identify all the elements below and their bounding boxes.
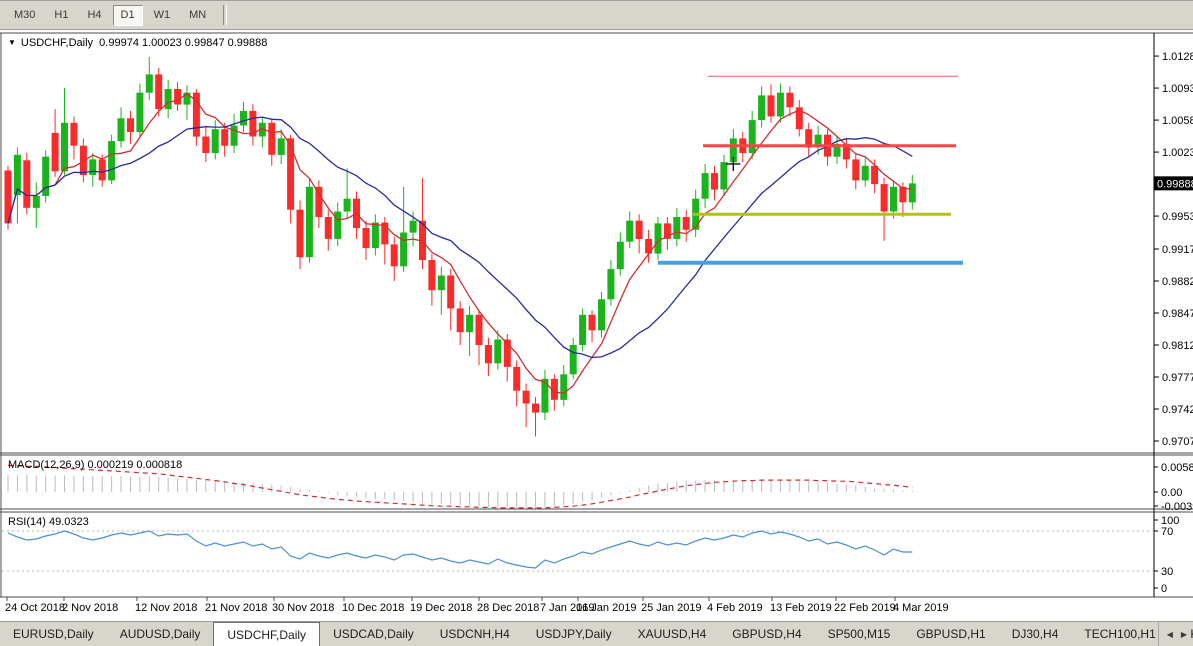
date-label: 2 Nov 2018: [62, 602, 118, 614]
price-tick-label: 1.01280: [1162, 51, 1193, 63]
price-tick-label: 0.99530: [1162, 211, 1193, 223]
timeframe-button-W1[interactable]: W1: [146, 5, 179, 26]
date-label: 19 Dec 2018: [410, 602, 472, 614]
chart-tab-USDJPY-Daily[interactable]: USDJPY,Daily: [523, 622, 625, 646]
chart-header: ▼ USDCHF,Daily 0.99974 1.00023 0.99847 0.…: [8, 37, 267, 49]
price-tick-label: 1.00930: [1162, 83, 1193, 95]
date-label: 25 Jan 2019: [641, 602, 702, 614]
symbol-dropdown-icon[interactable]: ▼: [8, 38, 16, 47]
tab-scroll-right-button[interactable]: ▶: [1181, 630, 1187, 639]
chart-tab-EURUSD-Daily[interactable]: EURUSD,Daily: [0, 622, 107, 646]
date-label: 21 Nov 2018: [205, 602, 267, 614]
macd-histogram-layer: [8, 475, 912, 509]
price-tick-label: 0.99170: [1162, 244, 1193, 256]
price-tick-label: 0.97070: [1162, 436, 1193, 448]
date-label: 10 Dec 2018: [342, 602, 404, 614]
rsi-tick-label: 0: [1161, 583, 1167, 595]
rsi-tick-label: 30: [1161, 566, 1173, 578]
chart-tab-DJ30-H4[interactable]: DJ30,H4: [999, 622, 1072, 646]
chart-tabs-bar: EURUSD,DailyAUDUSD,DailyUSDCHF,DailyUSDC…: [0, 621, 1193, 646]
price-tick-label: 1.00580: [1162, 115, 1193, 127]
macd-tick-label: 0.00: [1161, 487, 1182, 499]
date-label: 12 Nov 2018: [135, 602, 197, 614]
timeframe-button-D1[interactable]: D1: [113, 5, 143, 26]
date-label: 24 Oct 2018: [5, 602, 65, 614]
date-label: 4 Mar 2019: [893, 602, 949, 614]
chart-tab-XAUUSD-H4[interactable]: XAUUSD,H4: [625, 622, 720, 646]
ma-fast-line: [8, 94, 912, 394]
macd-tick-label: -0.00394: [1161, 501, 1193, 513]
price-tick-label: 0.97770: [1162, 372, 1193, 384]
tab-scroll-left-button[interactable]: ◀: [1167, 630, 1173, 639]
timeframe-button-MN[interactable]: MN: [181, 5, 214, 26]
price-tick-label: 0.98470: [1162, 308, 1193, 320]
chart-tab-GBPUSD-H1[interactable]: GBPUSD,H1: [903, 622, 998, 646]
date-label: 22 Feb 2019: [834, 602, 896, 614]
chart-tab-USDCHF-Daily[interactable]: USDCHF,Daily: [213, 622, 320, 646]
symbol-ohlc-values: 0.99974 1.00023 0.99847 0.99888: [99, 37, 267, 49]
timeframe-toolbar: M30H1H4D1W1MN: [0, 0, 1193, 30]
rsi-indicator-label: RSI(14) 49.0323: [8, 516, 89, 528]
timeframe-button-H1[interactable]: H1: [46, 5, 76, 26]
chart-tab-USDCAD-Daily[interactable]: USDCAD,Daily: [320, 622, 427, 646]
chart-tab-GBPUSD-H4[interactable]: GBPUSD,H4: [719, 622, 814, 646]
tab-scroll-arrows: ◀ ▶: [1158, 622, 1191, 646]
chart-tab-SP500-M15[interactable]: SP500,M15: [815, 622, 904, 646]
date-label: 28 Dec 2018: [477, 602, 539, 614]
chart-tab-AUDUSD-Daily[interactable]: AUDUSD,Daily: [107, 622, 214, 646]
date-label: 16 Jan 2019: [576, 602, 637, 614]
price-tick-label: 1.00230: [1162, 147, 1193, 159]
date-label: 4 Feb 2019: [707, 602, 763, 614]
price-tick-label: 0.97420: [1162, 404, 1193, 416]
chart-tab-USDCNH-H4[interactable]: USDCNH,H4: [427, 622, 523, 646]
symbol-name: USDCHF,Daily: [21, 37, 93, 49]
macd-indicator-label: MACD(12,26,9) 0.000219 0.000818: [8, 459, 182, 471]
date-label: 13 Feb 2019: [770, 602, 832, 614]
timeframe-button-M30[interactable]: M30: [6, 5, 43, 26]
current-price-badge-label: 0.99888: [1157, 178, 1193, 190]
candles-layer: [5, 57, 916, 436]
toolbar-separator: [223, 5, 227, 25]
chart-canvas[interactable]: 1.01280 1.00930 1.00580 1.00230 0.99530 0.991…: [0, 0, 1193, 646]
date-label: 30 Nov 2018: [272, 602, 334, 614]
timeframe-button-H4[interactable]: H4: [79, 5, 109, 26]
rsi-tick-label: 70: [1161, 526, 1173, 538]
rsi-line: [8, 531, 912, 568]
macd-tick-label: 0.005802: [1161, 462, 1193, 474]
price-tick-label: 0.98120: [1162, 340, 1193, 352]
price-tick-label: 0.98820: [1162, 276, 1193, 288]
chart-tab-TECH100-H1[interactable]: TECH100,H1: [1071, 622, 1168, 646]
